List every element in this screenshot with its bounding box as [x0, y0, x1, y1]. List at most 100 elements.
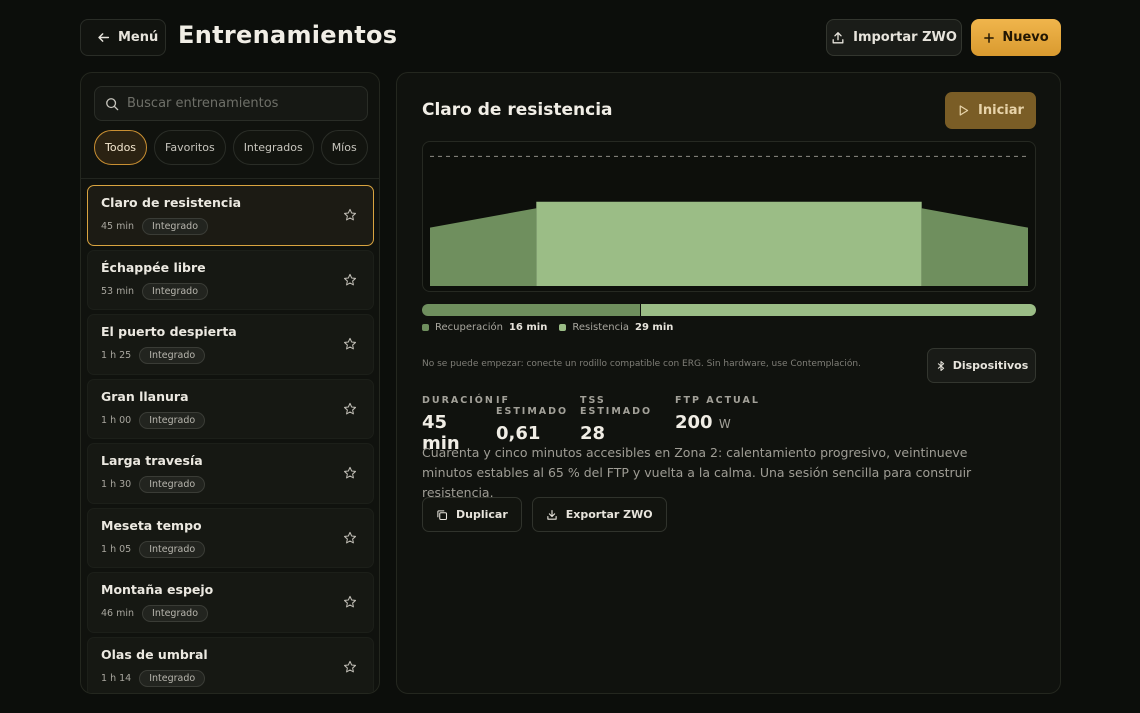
new-workout-label: Nuevo — [1002, 30, 1049, 45]
filter-integrados[interactable]: Integrados — [232, 130, 314, 165]
workout-segment-1 — [430, 208, 537, 286]
workout-item[interactable]: Claro de resistencia 45 min Integrado — [87, 185, 374, 246]
workout-item-duration: 46 min — [101, 608, 135, 619]
export-zwo-button[interactable]: Exportar ZWO — [531, 497, 667, 532]
new-workout-button[interactable]: Nuevo — [971, 19, 1061, 56]
workout-item-title: Échappée libre — [101, 259, 206, 275]
stat-value: 0,61 — [496, 423, 541, 444]
workout-item-title: Larga travesía — [101, 453, 203, 468]
workout-segment-2 — [536, 201, 922, 286]
star-icon[interactable] — [343, 595, 357, 609]
zone-distribution-bar — [422, 304, 1036, 316]
legend-label: Recuperación — [435, 322, 503, 333]
workout-list-panel: Todos Favoritos Integrados Míos Claro de… — [80, 72, 380, 694]
workout-item-title: El puerto despierta — [101, 324, 237, 339]
filter-favoritos[interactable]: Favoritos — [154, 130, 226, 165]
star-icon[interactable] — [343, 208, 357, 222]
workout-item-title: Olas de umbral — [101, 646, 208, 662]
workout-item[interactable]: Montaña espejo 46 min Integrado — [87, 572, 374, 633]
stat-label: FTP ACTUAL — [675, 395, 760, 406]
import-zwo-button[interactable]: Importar ZWO — [826, 19, 962, 56]
workout-item-badge: Integrado — [139, 669, 206, 687]
filter-mios[interactable]: Míos — [320, 130, 368, 165]
star-icon[interactable] — [343, 402, 357, 416]
start-button[interactable]: Iniciar — [945, 92, 1036, 129]
play-icon — [959, 105, 969, 116]
search-icon — [106, 97, 119, 110]
workout-item-title: Montaña espejo — [101, 582, 214, 597]
workout-item-badge: Integrado — [142, 218, 209, 235]
workout-item-badge: Integrado — [139, 411, 206, 429]
zone-legend: Recuperación 16 min Resistencia 29 min — [422, 322, 673, 333]
back-button[interactable]: Menú — [80, 19, 166, 56]
stat-unit: W — [718, 417, 731, 431]
workout-item[interactable]: Larga travesía 1 h 30 Integrado — [87, 443, 374, 504]
plus-icon — [984, 32, 995, 43]
star-icon[interactable] — [343, 273, 357, 287]
workout-item-duration: 53 min — [101, 285, 135, 297]
star-icon[interactable] — [343, 660, 357, 674]
workout-item-badge: Integrado — [139, 540, 206, 558]
workout-actions: Duplicar Exportar ZWO — [422, 497, 667, 532]
workout-item[interactable]: Meseta tempo 1 h 05 Integrado — [87, 507, 374, 568]
stat-label: IF ESTIMADO — [496, 395, 569, 417]
star-icon[interactable] — [343, 466, 357, 480]
workout-item[interactable]: Échappée libre 53 min Integrado — [87, 249, 374, 310]
workout-list: Claro de resistencia 45 min Integrado Éch… — [87, 185, 374, 693]
star-icon[interactable] — [343, 337, 357, 351]
stat-value: 200 W — [675, 412, 731, 433]
workout-item-duration: 1 h 00 — [101, 414, 132, 426]
search-box — [94, 86, 368, 121]
workout-item-title: Claro de resistencia — [101, 195, 242, 210]
devices-button-label: Dispositivos — [952, 359, 1029, 372]
workout-profile-svg — [430, 155, 1028, 286]
workout-detail-panel: Claro de resistencia Iniciar Recuperació… — [396, 72, 1061, 694]
star-icon[interactable] — [343, 531, 357, 545]
stat-label: TSS ESTIMADO — [580, 395, 653, 417]
workout-description: Cuarenta y cinco minutos accesibles en Z… — [422, 445, 972, 500]
bluetooth-icon — [937, 360, 944, 371]
legend-item-recuperacion: Recuperación 16 min — [422, 322, 547, 333]
upload-icon — [832, 31, 844, 43]
top-bar: Menú Entrenamientos Importar ZWO Nuevo — [80, 19, 1061, 56]
divider — [81, 178, 379, 179]
hardware-note: No se puede empezar: conecte un rodillo … — [422, 359, 861, 369]
duplicate-button[interactable]: Duplicar — [422, 497, 522, 532]
filter-todos[interactable]: Todos — [94, 130, 148, 165]
legend-duration: 29 min — [635, 322, 674, 333]
legend-swatch — [422, 324, 429, 331]
page-title: Entrenamientos — [178, 21, 398, 49]
workout-item-duration: 45 min — [101, 221, 135, 232]
workout-item-title: Gran llanura — [101, 388, 189, 404]
legend-label: Resistencia — [572, 322, 630, 333]
zone-bar-segment — [422, 304, 640, 316]
download-icon — [547, 509, 557, 520]
workout-segment-3 — [921, 208, 1028, 286]
arrow-left-icon — [98, 33, 110, 42]
back-button-label: Menú — [118, 30, 159, 45]
workout-title: Claro de resistencia — [422, 100, 613, 120]
workout-item-duration: 1 h 05 — [101, 543, 132, 555]
workout-item[interactable]: Gran llanura 1 h 00 Integrado — [87, 378, 374, 439]
workout-item-badge: Integrado — [142, 605, 209, 622]
workout-item[interactable]: El puerto despierta 1 h 25 Integrado — [87, 314, 374, 375]
workout-item-title: Meseta tempo — [101, 517, 202, 533]
legend-swatch — [559, 324, 567, 331]
workout-item-badge: Integrado — [142, 282, 209, 300]
copy-icon — [437, 509, 448, 520]
export-zwo-label: Exportar ZWO — [565, 508, 653, 521]
legend-item-resistencia: Resistencia 29 min — [559, 322, 673, 333]
start-button-label: Iniciar — [978, 103, 1024, 118]
legend-duration: 16 min — [508, 322, 548, 333]
workout-item-badge: Integrado — [139, 347, 206, 364]
stat-label: DURACIÓN — [422, 395, 495, 406]
zone-bar-segment — [640, 304, 1036, 316]
duplicate-button-label: Duplicar — [456, 508, 508, 521]
import-zwo-label: Importar ZWO — [853, 30, 957, 45]
stat-value: 28 — [580, 423, 606, 444]
workout-item-duration: 1 h 25 — [101, 350, 132, 361]
workout-item[interactable]: Olas de umbral 1 h 14 Integrado — [87, 636, 374, 693]
workout-profile-chart — [422, 141, 1036, 292]
devices-button[interactable]: Dispositivos — [927, 348, 1036, 383]
search-input[interactable] — [127, 96, 357, 111]
